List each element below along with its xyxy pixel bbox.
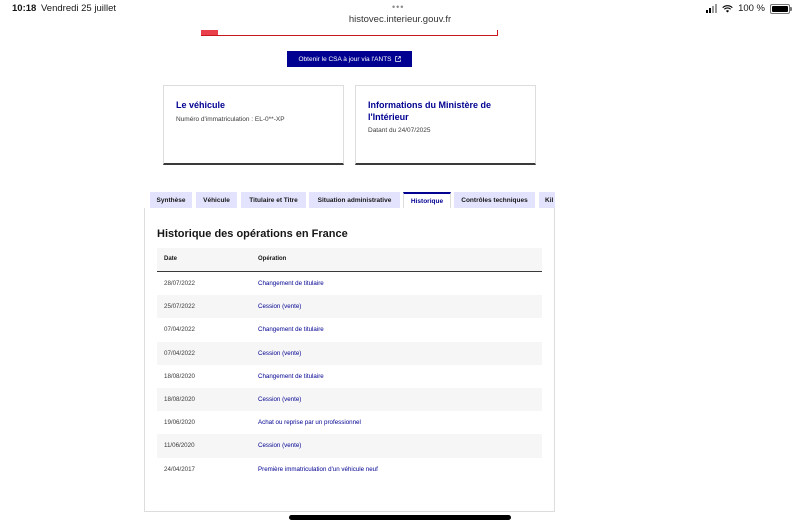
tab-list: Synthèse Véhicule Titulaire et Titre Sit… [150,192,555,209]
row-operation: Cession (vente) [258,349,302,357]
history-table: Date Opération 28/07/2022 Changement de … [157,248,542,481]
table-row: 18/08/2020 Changement de titulaire [157,364,542,388]
table-row: 24/04/2017 Première immatriculation d'un… [157,457,542,481]
row-operation: Changement de titulaire [258,280,324,287]
home-indicator[interactable] [289,515,511,520]
tab-synthese[interactable]: Synthèse [150,192,192,209]
status-indicators: 100 % [706,3,792,14]
ministry-info-card: Informations du Ministère de l'Intérieur… [355,85,536,165]
row-date: 07/04/2022 [164,326,195,334]
row-date: 24/04/2017 [164,465,195,473]
row-date: 28/07/2022 [164,280,195,287]
history-title: Historique des opérations en France [157,228,348,240]
row-date: 11/06/2020 [164,442,195,450]
table-row: 18/08/2020 Cession (vente) [157,387,542,412]
column-header-date: Date [164,256,178,262]
ants-button-label: Obtenir le CSA à jour via l'ANTS [298,55,392,63]
ios-status-bar: 10:18 Vendredi 25 juillet ••• histovec.i… [0,0,800,30]
signal-icon [706,4,718,13]
ministry-card-title: Informations du Ministère de l'Intérieur [368,100,492,122]
tab-historique[interactable]: Historique [403,192,451,209]
column-header-operation: Opération [258,256,287,262]
row-operation: Cession (vente) [258,303,302,311]
vehicle-card-title: Le véhicule [176,100,226,110]
status-date: Vendredi 25 juillet [41,3,116,14]
vehicle-card: Le véhicule Numéro d'immatriculation : E… [163,85,344,165]
clock-time: 10:18 [12,3,37,14]
registration-number: Numéro d'immatriculation : EL-0**-XP [176,116,285,123]
table-row: 07/04/2022 Cession (vente) [157,341,542,365]
table-row: 11/06/2020 Cession (vente) [157,434,542,458]
row-date: 18/08/2020 [164,372,195,380]
table-header: Date Opération [157,248,542,272]
ministry-info-date: Datant du 24/07/2025 [368,127,431,134]
row-date: 25/07/2022 [164,303,195,311]
table-row: 19/06/2020 Achat ou reprise par un profe… [157,411,542,435]
multitasking-dots-icon[interactable]: ••• [392,2,404,12]
wifi-icon [722,4,733,13]
partial-banner [201,30,498,36]
row-date: 07/04/2022 [164,349,195,357]
ants-csa-button[interactable]: Obtenir le CSA à jour via l'ANTS [287,51,412,67]
row-operation: Première immatriculation d'un véhicule n… [258,465,378,473]
table-row: 28/07/2022 Changement de titulaire [157,272,542,296]
row-operation: Achat ou reprise par un professionnel [258,419,361,427]
tab-situation-administrative[interactable]: Situation administrative [309,192,400,209]
table-row: 25/07/2022 Cession (vente) [157,295,542,319]
row-operation: Changement de titulaire [258,326,324,334]
tab-kilometrage[interactable]: Kil [539,192,555,209]
tab-vehicule[interactable]: Véhicule [196,192,237,209]
external-link-icon [394,56,401,62]
battery-icon [770,3,792,14]
battery-percent: 100 % [738,3,765,14]
row-operation: Changement de titulaire [258,372,324,380]
table-row: 07/04/2022 Changement de titulaire [157,318,542,342]
row-date: 18/08/2020 [164,395,195,403]
address-bar-url[interactable]: histovec.interieur.gouv.fr [0,14,800,25]
tab-titulaire-et-titre[interactable]: Titulaire et Titre [241,192,306,209]
tab-controles-techniques[interactable]: Contrôles techniques [454,192,535,209]
row-date: 19/06/2020 [164,419,195,427]
row-operation: Cession (vente) [258,395,302,403]
row-operation: Cession (vente) [258,442,302,450]
